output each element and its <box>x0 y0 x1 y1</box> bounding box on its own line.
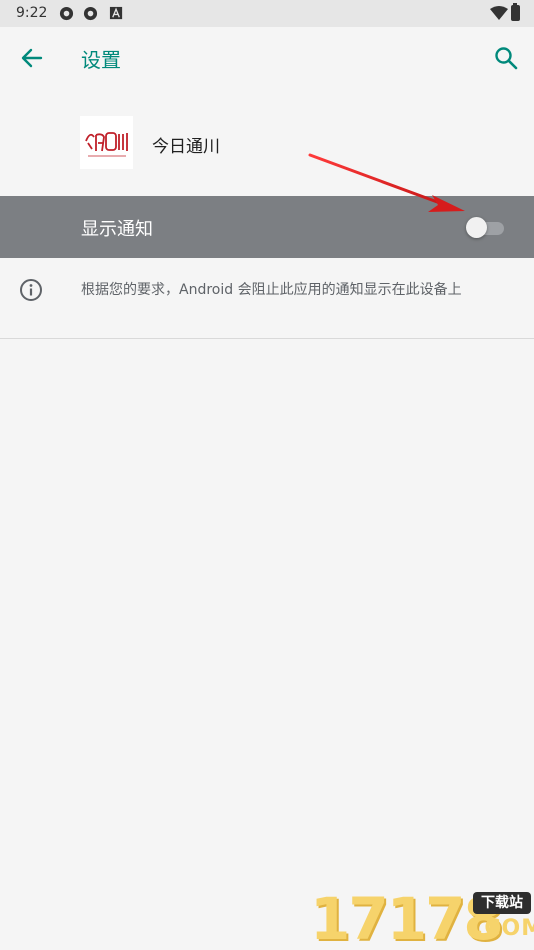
info-row: 根据您的要求，Android 会阻止此应用的通知显示在此设备上 <box>0 258 534 338</box>
annotation-arrow <box>308 153 465 212</box>
back-arrow-icon[interactable] <box>19 45 45 71</box>
watermark-suffix: .COM <box>475 916 534 941</box>
battery-charging-icon <box>511 5 520 21</box>
toggle-thumb <box>466 217 487 238</box>
watermark-badge: 下载站 <box>473 892 531 914</box>
info-icon <box>20 279 42 301</box>
page-title: 设置 <box>81 48 121 72</box>
info-text: 根据您的要求，Android 会阻止此应用的通知显示在此设备上 <box>81 282 462 298</box>
status-bar: 9:22 <box>0 0 534 27</box>
show-notifications-label: 显示通知 <box>81 219 153 240</box>
app-name: 今日通川 <box>152 137 220 157</box>
a-badge-icon <box>109 6 123 20</box>
divider <box>0 338 534 339</box>
show-notifications-toggle[interactable] <box>466 217 506 238</box>
sync-icon <box>83 6 98 21</box>
app-logo <box>80 116 133 169</box>
app-logo-graphic <box>84 131 128 156</box>
sync-icon <box>59 6 74 21</box>
app-bar: 设置 <box>0 27 534 89</box>
status-time: 9:22 <box>16 5 48 21</box>
search-icon[interactable] <box>492 44 520 72</box>
wifi-icon <box>490 6 508 20</box>
watermark: 17178 下载站 .COM <box>310 888 534 950</box>
